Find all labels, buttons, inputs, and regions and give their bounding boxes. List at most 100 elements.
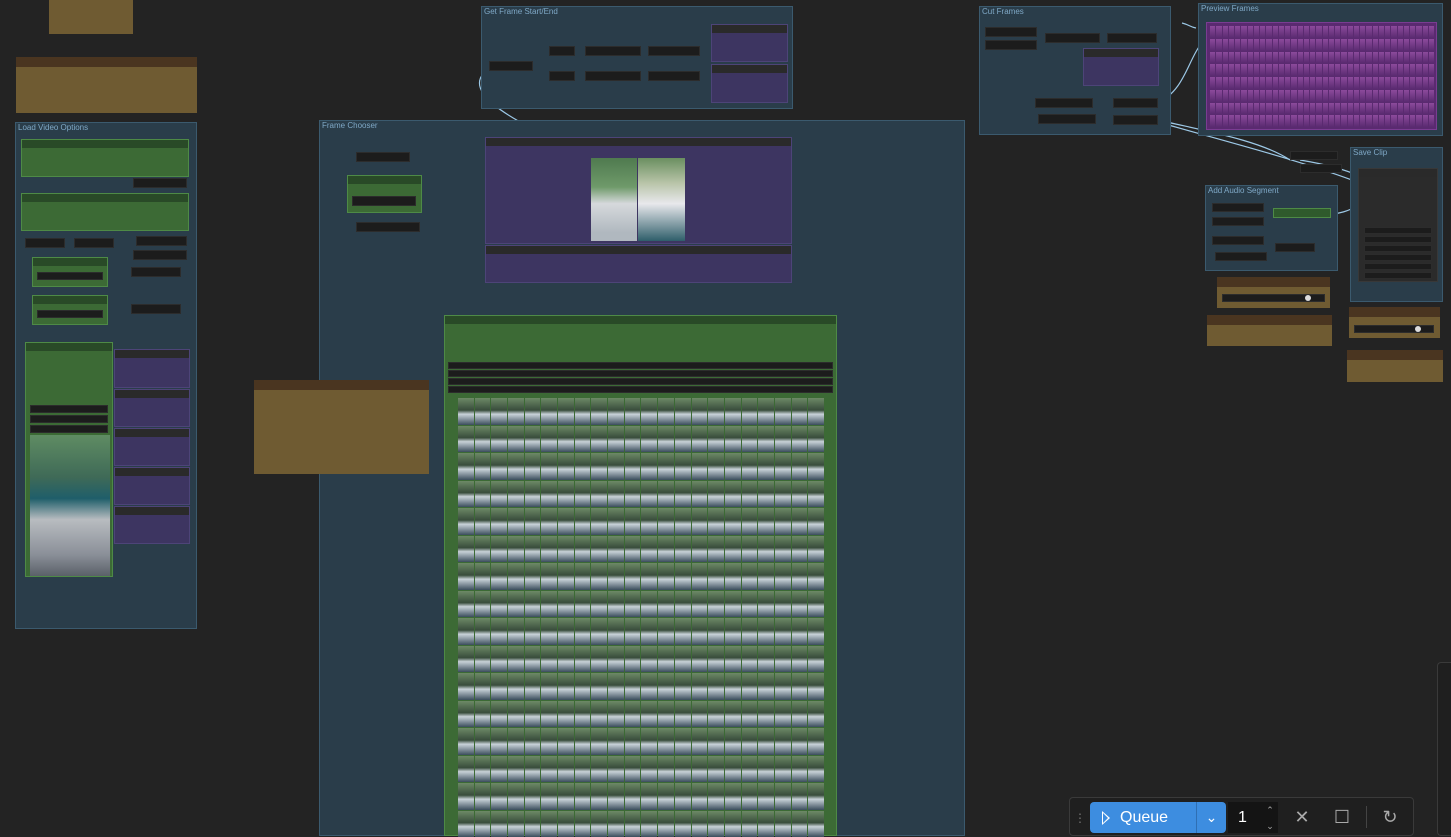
frame-thumbnail[interactable]: [508, 618, 524, 645]
note-node[interactable]: [1207, 315, 1332, 346]
frame-thumbnail[interactable]: [708, 728, 724, 755]
frame-thumbnail[interactable]: [725, 618, 741, 645]
frame-thumbnail[interactable]: [792, 646, 808, 673]
frame-thumbnail[interactable]: [658, 728, 674, 755]
widget-field[interactable]: [74, 238, 114, 248]
frame-thumbnail[interactable]: [475, 811, 491, 837]
frame-thumbnail[interactable]: [558, 536, 574, 563]
widget-field[interactable]: [133, 250, 187, 260]
frame-thumbnail[interactable]: [641, 783, 657, 810]
frame-thumbnail[interactable]: [658, 453, 674, 480]
stop-icon[interactable]: ☐: [1331, 806, 1353, 828]
frame-thumbnail[interactable]: [725, 783, 741, 810]
frame-thumbnail[interactable]: [458, 453, 474, 480]
frame-thumbnail[interactable]: [675, 783, 691, 810]
frame-thumbnail[interactable]: [575, 563, 591, 590]
frame-thumbnail[interactable]: [491, 453, 507, 480]
frame-thumbnail[interactable]: [608, 591, 624, 618]
frame-thumbnail[interactable]: [808, 453, 824, 480]
frame-thumbnail[interactable]: [541, 426, 557, 453]
frame-thumbnail[interactable]: [458, 426, 474, 453]
frame-thumbnail[interactable]: [742, 811, 758, 837]
frame-thumbnail[interactable]: [558, 756, 574, 783]
frame-thumbnail[interactable]: [608, 756, 624, 783]
frame-thumbnail[interactable]: [525, 398, 541, 425]
frame-thumbnail[interactable]: [608, 701, 624, 728]
frame-thumbnail[interactable]: [525, 783, 541, 810]
frame-thumbnail[interactable]: [692, 728, 708, 755]
frame-thumbnail[interactable]: [675, 618, 691, 645]
frame-thumbnail[interactable]: [508, 453, 524, 480]
frame-thumbnail[interactable]: [475, 398, 491, 425]
frame-thumbnail[interactable]: [458, 618, 474, 645]
frame-thumbnail[interactable]: [742, 508, 758, 535]
frame-thumbnail[interactable]: [575, 646, 591, 673]
frame-thumbnail[interactable]: [675, 426, 691, 453]
node-load-video[interactable]: [21, 139, 189, 177]
frame-thumbnail[interactable]: [792, 481, 808, 508]
frame-thumbnail[interactable]: [608, 673, 624, 700]
frame-thumbnail[interactable]: [558, 426, 574, 453]
widget-field[interactable]: [1364, 254, 1432, 261]
widget-field[interactable]: [489, 61, 533, 71]
frame-thumbnail[interactable]: [541, 618, 557, 645]
frame-thumbnail[interactable]: [675, 811, 691, 837]
frame-thumbnail[interactable]: [575, 508, 591, 535]
frame-thumbnail[interactable]: [491, 728, 507, 755]
node-frame-selector[interactable]: [444, 315, 837, 836]
frame-thumbnail[interactable]: [591, 701, 607, 728]
frame-thumbnail[interactable]: [475, 426, 491, 453]
frame-thumbnail[interactable]: [458, 646, 474, 673]
frame-thumbnail[interactable]: [675, 673, 691, 700]
widget-field[interactable]: [448, 370, 833, 377]
frame-thumbnail[interactable]: [658, 673, 674, 700]
frame-thumbnail[interactable]: [541, 756, 557, 783]
frame-thumbnail[interactable]: [475, 536, 491, 563]
frame-thumbnail[interactable]: [608, 646, 624, 673]
frame-thumbnail[interactable]: [541, 508, 557, 535]
frame-thumbnail[interactable]: [775, 591, 791, 618]
frame-thumbnail[interactable]: [625, 646, 641, 673]
frame-thumbnail[interactable]: [708, 673, 724, 700]
frame-thumbnail[interactable]: [575, 481, 591, 508]
node-math[interactable]: [32, 295, 108, 325]
frame-thumbnail[interactable]: [541, 728, 557, 755]
frame-thumbnail[interactable]: [491, 701, 507, 728]
slider-knob[interactable]: [1415, 326, 1421, 332]
frame-thumbnail[interactable]: [775, 811, 791, 837]
node-save-clip[interactable]: [1358, 168, 1438, 282]
frame-thumbnail[interactable]: [591, 453, 607, 480]
frame-thumbnail[interactable]: [792, 618, 808, 645]
frame-thumbnail[interactable]: [525, 481, 541, 508]
frame-thumbnail[interactable]: [625, 563, 641, 590]
frame-thumbnail[interactable]: [458, 756, 474, 783]
frame-thumbnail[interactable]: [692, 508, 708, 535]
frame-thumbnail[interactable]: [541, 536, 557, 563]
widget-field[interactable]: [1275, 243, 1315, 252]
frame-thumbnail[interactable]: [591, 728, 607, 755]
frame-thumbnail[interactable]: [558, 481, 574, 508]
frame-thumbnail[interactable]: [608, 536, 624, 563]
frame-thumbnail[interactable]: [658, 646, 674, 673]
frame-thumbnail[interactable]: [725, 398, 741, 425]
frame-thumbnail[interactable]: [475, 508, 491, 535]
frame-thumbnail[interactable]: [808, 728, 824, 755]
frame-thumbnail[interactable]: [758, 591, 774, 618]
frame-thumbnail[interactable]: [491, 811, 507, 837]
frame-thumbnail[interactable]: [458, 591, 474, 618]
widget-field[interactable]: [30, 425, 108, 433]
widget-field[interactable]: [352, 196, 416, 206]
frame-thumbnail[interactable]: [575, 673, 591, 700]
frame-thumbnail[interactable]: [792, 591, 808, 618]
frame-thumbnail[interactable]: [641, 426, 657, 453]
frame-thumbnail[interactable]: [591, 646, 607, 673]
note-header[interactable]: [16, 57, 197, 67]
frame-thumbnail[interactable]: [758, 618, 774, 645]
frame-thumbnail[interactable]: [525, 673, 541, 700]
frame-thumbnail[interactable]: [758, 398, 774, 425]
frame-thumbnail[interactable]: [808, 563, 824, 590]
frame-thumbnail[interactable]: [658, 536, 674, 563]
frame-thumbnail[interactable]: [775, 673, 791, 700]
frame-thumbnail[interactable]: [558, 811, 574, 837]
frame-thumbnail[interactable]: [758, 701, 774, 728]
